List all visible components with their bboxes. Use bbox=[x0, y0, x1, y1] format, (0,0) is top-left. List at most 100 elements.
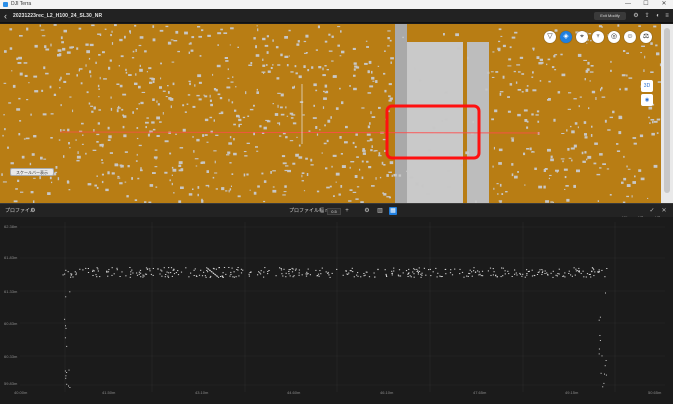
back-button[interactable]: ‹ bbox=[4, 10, 7, 22]
point-speck bbox=[98, 109, 101, 111]
profile-point bbox=[590, 276, 592, 278]
point-speck bbox=[398, 174, 402, 177]
profile-point bbox=[95, 274, 97, 276]
profile-point bbox=[92, 269, 94, 271]
layers-icon[interactable]: ◈ bbox=[560, 31, 572, 43]
profile-point bbox=[180, 271, 183, 273]
point-speck bbox=[140, 101, 144, 105]
point-speck bbox=[290, 71, 294, 73]
profile-point bbox=[385, 273, 387, 275]
view-scrollbar[interactable] bbox=[661, 24, 673, 203]
minimize-button[interactable]: — bbox=[619, 0, 637, 9]
profile-point bbox=[413, 273, 415, 275]
point-speck bbox=[264, 44, 269, 47]
point-speck bbox=[122, 93, 127, 96]
point-speck bbox=[116, 83, 120, 85]
point-speck bbox=[633, 142, 637, 145]
point-speck bbox=[49, 85, 52, 89]
point-speck bbox=[341, 165, 346, 168]
profile-point bbox=[319, 270, 321, 272]
point-speck bbox=[206, 141, 209, 143]
profile-plot-canvas[interactable] bbox=[0, 217, 673, 404]
point-speck bbox=[444, 91, 448, 94]
profile-point bbox=[385, 274, 387, 276]
point-speck bbox=[265, 119, 269, 121]
profile-point bbox=[70, 274, 72, 276]
measure-icon[interactable]: ⚙ bbox=[632, 12, 640, 20]
point-speck bbox=[61, 41, 64, 44]
point-speck bbox=[549, 174, 552, 176]
point-speck bbox=[197, 26, 201, 28]
profile-point bbox=[516, 274, 518, 276]
point-cloud-canvas[interactable] bbox=[0, 24, 661, 203]
point-speck bbox=[554, 69, 557, 71]
point-speck bbox=[386, 196, 391, 198]
increment-button[interactable]: + bbox=[343, 207, 351, 215]
point-speck bbox=[213, 119, 215, 122]
profile-point bbox=[257, 274, 259, 276]
x-tick-label: 44.60m bbox=[287, 390, 301, 395]
filter-icon[interactable]: ▽ bbox=[544, 31, 556, 43]
profile-point bbox=[64, 337, 66, 339]
profile-point bbox=[201, 275, 204, 277]
point-cloud-view[interactable]: ▽ ◈ ⌖ ♆ ◎ ☺ ⚖ 3D ◉ スケールバー表示 bbox=[0, 24, 661, 203]
point-speck bbox=[135, 49, 137, 52]
grid-icon[interactable]: ▦ bbox=[389, 207, 397, 215]
view-3d-button[interactable]: 3D bbox=[641, 80, 653, 92]
tree-icon[interactable]: ♆ bbox=[592, 31, 604, 43]
profile-point bbox=[213, 268, 215, 270]
profile-point bbox=[601, 355, 603, 357]
point-speck bbox=[618, 116, 623, 120]
point-speck bbox=[591, 125, 593, 128]
point-speck bbox=[556, 171, 558, 173]
ruler-icon[interactable]: ⚖ bbox=[640, 31, 652, 43]
point-speck bbox=[146, 71, 148, 73]
point-speck bbox=[507, 65, 512, 67]
panel-settings-icon[interactable]: ⚙ bbox=[29, 207, 37, 215]
profile-point bbox=[231, 267, 233, 269]
profile-point bbox=[605, 360, 607, 361]
camera-icon[interactable]: ◎ bbox=[608, 31, 620, 43]
point-speck bbox=[386, 174, 389, 177]
x-tick-label: 43.10m bbox=[195, 390, 209, 395]
locate-button[interactable]: ◉ bbox=[641, 94, 653, 106]
profile-point bbox=[325, 271, 327, 273]
point-speck bbox=[496, 183, 499, 185]
point-speck bbox=[107, 139, 111, 141]
point-speck bbox=[188, 193, 193, 196]
person-icon[interactable]: ☺ bbox=[624, 31, 636, 43]
point-speck bbox=[272, 39, 274, 42]
close-panel-icon[interactable]: ✕ bbox=[660, 207, 668, 215]
point-speck bbox=[526, 85, 529, 87]
pin-icon[interactable]: ⌖ bbox=[576, 31, 588, 43]
profile-point bbox=[92, 270, 94, 272]
close-button[interactable]: ✕ bbox=[655, 0, 673, 9]
point-speck bbox=[101, 159, 103, 161]
profile-point bbox=[598, 353, 600, 355]
scrollbar-thumb[interactable] bbox=[664, 28, 670, 193]
profile-plot[interactable] bbox=[0, 217, 673, 404]
point-speck bbox=[172, 82, 175, 86]
point-speck bbox=[607, 129, 611, 131]
maximize-button[interactable]: ☐ bbox=[637, 0, 655, 9]
scale-bar-toggle[interactable]: スケールバー表示 bbox=[10, 168, 54, 176]
gear-icon[interactable]: ⚙ bbox=[363, 207, 371, 215]
profile-point bbox=[260, 270, 262, 272]
settings-icon[interactable]: ◐ bbox=[654, 12, 662, 20]
share-icon[interactable]: ⇪ bbox=[643, 12, 651, 20]
profile-point bbox=[408, 268, 410, 270]
profile-width-input[interactable]: 0.5 bbox=[327, 208, 341, 215]
point-speck bbox=[306, 173, 309, 176]
point-speck bbox=[333, 195, 335, 197]
point-speck bbox=[202, 134, 205, 137]
point-speck bbox=[284, 36, 288, 39]
point-speck bbox=[415, 182, 419, 186]
exit-modify-button[interactable]: Exit Modify bbox=[594, 12, 626, 20]
chart-icon[interactable]: ▥ bbox=[376, 207, 384, 215]
point-speck bbox=[132, 50, 135, 53]
profile-point bbox=[421, 274, 423, 276]
profile-point bbox=[555, 274, 557, 276]
menu-icon[interactable]: ≡ bbox=[663, 12, 671, 20]
profile-point bbox=[93, 270, 95, 272]
point-speck bbox=[116, 109, 119, 113]
